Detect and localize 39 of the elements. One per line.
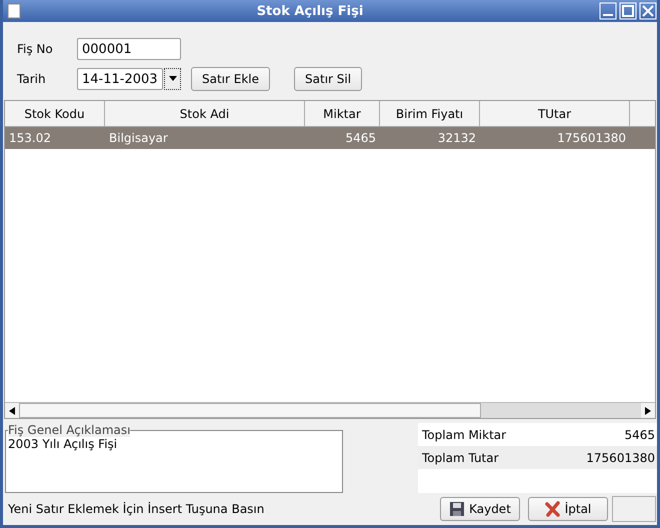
total-value: 5465 [624, 428, 655, 442]
dropdown-button[interactable] [164, 68, 181, 90]
horizontal-scrollbar[interactable] [5, 402, 655, 418]
caret-icon [168, 76, 176, 82]
total-value: 175601380 [586, 450, 655, 464]
receipt-number-field[interactable]: 000001 [77, 38, 181, 60]
status-text: Yeni Satır Eklemek İçin İnsert Tuşuna Basın [8, 502, 266, 516]
table-cell[interactable]: Bilgisayar [105, 127, 305, 149]
total-label: Toplam Miktar [422, 428, 506, 442]
column-header[interactable]: Birim Fiyatı [380, 101, 480, 127]
column-header[interactable]: TUtar [480, 101, 630, 127]
scroll-left-icon[interactable] [9, 406, 15, 414]
table-cell[interactable]: 153.02 [5, 127, 105, 149]
row-button[interactable]: Satır Ekle [191, 67, 270, 91]
resize-grip[interactable] [612, 496, 656, 522]
column-header[interactable]: Stok Adi [105, 101, 305, 127]
description-text: 2003 Yılı Açılış Fişi [8, 437, 118, 451]
table-cell[interactable]: 5465 [305, 127, 380, 149]
row-button[interactable]: Satır Sil [294, 67, 362, 91]
table-cell[interactable]: 32132 [380, 127, 480, 149]
column-header[interactable]: Miktar [305, 101, 380, 127]
window-title: Stok Açılış Fişi [256, 4, 364, 18]
close-icon[interactable] [639, 2, 657, 20]
group-legend: Fiş Genel Açıklaması [8, 423, 130, 437]
date-field[interactable]: 14-11-2003 [77, 68, 163, 90]
scroll-right-icon[interactable] [645, 406, 651, 414]
save-button[interactable]: Kaydet [440, 497, 520, 521]
description-field[interactable]: Fiş Genel Açıklaması 2003 Yılı Açılış Fişi [5, 423, 343, 493]
minimize-icon[interactable] [599, 2, 617, 20]
table-cell[interactable] [630, 127, 655, 149]
column-header[interactable]: Stok Kodu [5, 101, 105, 127]
field-label: Fiş No [17, 42, 54, 56]
cancel-button[interactable]: İptal [528, 497, 608, 521]
cross-icon [544, 501, 561, 517]
maximize-icon[interactable] [619, 2, 637, 20]
total-label: Toplam Tutar [422, 450, 499, 464]
field-label: Tarih [17, 72, 47, 86]
table-cell[interactable]: 175601380 [480, 127, 630, 149]
document-icon [7, 3, 21, 19]
